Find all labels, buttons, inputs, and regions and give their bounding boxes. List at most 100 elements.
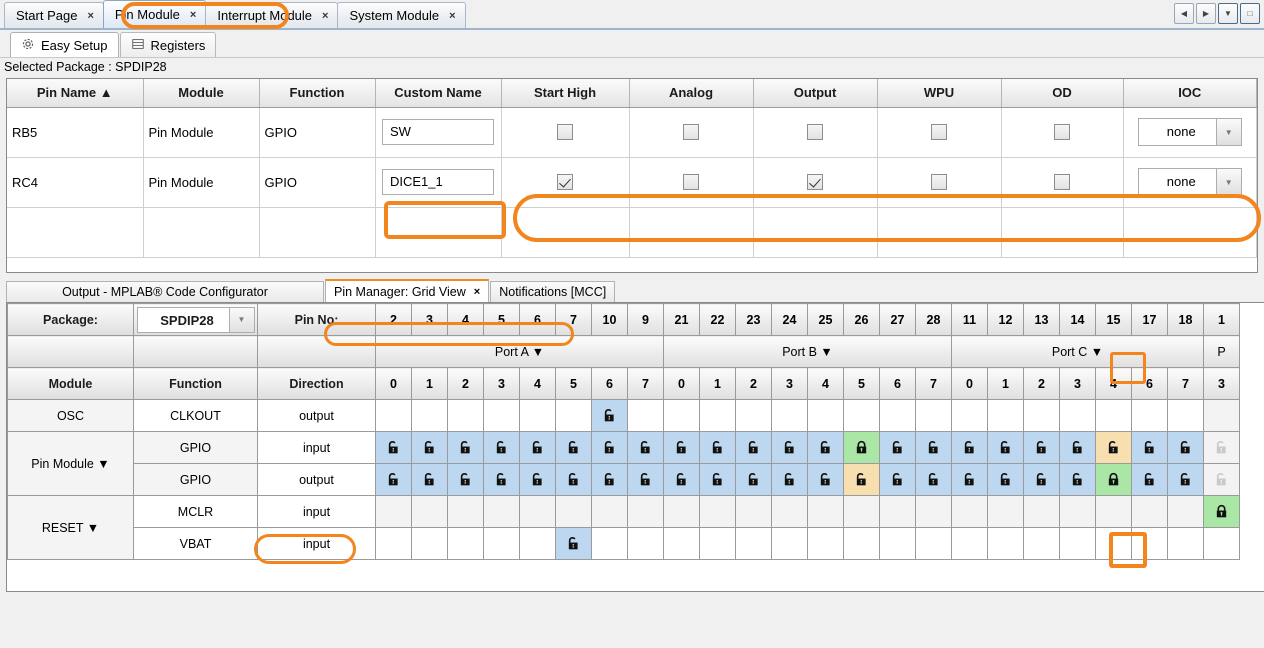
grid-pin-cell[interactable]: [1203, 463, 1240, 496]
od-checkbox[interactable]: [1054, 174, 1070, 191]
tab-registers[interactable]: Registers: [119, 32, 217, 57]
close-icon[interactable]: ×: [449, 10, 455, 22]
grid-pin-cell[interactable]: [699, 431, 736, 464]
pin-number-header[interactable]: 5: [483, 303, 520, 336]
grid-pin-cell[interactable]: [375, 431, 412, 464]
chevron-down-icon[interactable]: ▼: [1215, 168, 1242, 196]
lock-closed-icon[interactable]: [854, 440, 869, 455]
pin-number-header[interactable]: 11: [951, 303, 988, 336]
pin-number-header[interactable]: 15: [1095, 303, 1132, 336]
pin-number-header[interactable]: 1: [1203, 303, 1240, 336]
port-group-port-b[interactable]: Port B ▼: [663, 335, 952, 368]
close-icon[interactable]: ×: [322, 10, 328, 22]
pin-number-header[interactable]: 2: [375, 303, 412, 336]
grid-pin-cell[interactable]: [483, 431, 520, 464]
grid-pin-cell[interactable]: [1095, 431, 1132, 464]
lock-open-icon[interactable]: [962, 440, 977, 455]
grid-pin-cell[interactable]: [1203, 495, 1240, 528]
column-header-start-high[interactable]: Start High: [501, 79, 630, 108]
editor-tab-start-page[interactable]: Start Page ×: [4, 2, 104, 28]
analog-checkbox[interactable]: [683, 174, 699, 191]
lock-open-icon[interactable]: [422, 440, 437, 455]
lock-open-icon[interactable]: [386, 440, 401, 455]
pin-number-header[interactable]: 3: [411, 303, 448, 336]
grid-pin-cell[interactable]: [663, 431, 700, 464]
lock-open-icon[interactable]: [746, 440, 761, 455]
grid-pin-cell[interactable]: [735, 463, 772, 496]
lock-open-icon[interactable]: [494, 472, 509, 487]
grid-pin-cell[interactable]: [771, 431, 808, 464]
custom-name-input[interactable]: DICE1_1: [382, 169, 494, 195]
column-header-output[interactable]: Output: [753, 79, 878, 108]
lock-open-icon[interactable]: [674, 472, 689, 487]
grid-pin-cell[interactable]: [1203, 431, 1240, 464]
lock-open-icon[interactable]: [602, 472, 617, 487]
column-header-function[interactable]: Function: [259, 79, 376, 108]
grid-pin-cell[interactable]: [951, 431, 988, 464]
port-group-port-a[interactable]: Port A ▼: [375, 335, 664, 368]
lock-open-icon[interactable]: [458, 440, 473, 455]
chevron-down-icon[interactable]: ▼: [1215, 118, 1242, 146]
pin-number-header[interactable]: 18: [1167, 303, 1204, 336]
pin-number-header[interactable]: 4: [447, 303, 484, 336]
output-checkbox[interactable]: [807, 174, 823, 191]
lock-open-icon[interactable]: [422, 472, 437, 487]
grid-pin-cell[interactable]: [555, 463, 592, 496]
grid-pin-cell[interactable]: [663, 463, 700, 496]
grid-pin-cell[interactable]: [807, 463, 844, 496]
lock-closed-icon[interactable]: [1214, 504, 1229, 519]
pin-number-header[interactable]: 27: [879, 303, 916, 336]
grid-pin-cell[interactable]: [591, 399, 628, 432]
grid-pin-cell[interactable]: [1023, 463, 1060, 496]
column-header-wpu[interactable]: WPU: [877, 79, 1002, 108]
lock-open-icon[interactable]: [1178, 472, 1193, 487]
scroll-right-button[interactable]: ▶: [1196, 3, 1216, 24]
grid-pin-cell[interactable]: [519, 463, 556, 496]
pin-number-header[interactable]: 23: [735, 303, 772, 336]
lock-open-icon[interactable]: [710, 472, 725, 487]
lock-open-icon[interactable]: [674, 440, 689, 455]
lock-open-icon[interactable]: [1070, 440, 1085, 455]
pin-number-header[interactable]: 22: [699, 303, 736, 336]
column-header-pin-name[interactable]: Pin Name ▲: [7, 79, 144, 108]
pin-number-header[interactable]: 24: [771, 303, 808, 336]
lock-open-icon[interactable]: [602, 408, 617, 423]
pin-number-header[interactable]: 12: [987, 303, 1024, 336]
lock-open-icon[interactable]: [818, 472, 833, 487]
editor-tab-pin-module[interactable]: Pin Module ×: [102, 0, 207, 28]
grid-pin-cell[interactable]: [1059, 463, 1096, 496]
close-icon[interactable]: ×: [474, 286, 480, 298]
pin-number-header[interactable]: 26: [843, 303, 880, 336]
pin-number-header[interactable]: 9: [627, 303, 664, 336]
column-header-ioc[interactable]: IOC: [1123, 79, 1257, 108]
column-header-od[interactable]: OD: [1001, 79, 1124, 108]
lock-open-icon[interactable]: [854, 472, 869, 487]
grid-pin-cell[interactable]: [1059, 431, 1096, 464]
lock-open-icon[interactable]: [998, 472, 1013, 487]
pin-number-header[interactable]: 7: [555, 303, 592, 336]
grid-pin-cell[interactable]: [843, 431, 880, 464]
grid-pin-cell[interactable]: [735, 431, 772, 464]
close-icon[interactable]: ×: [87, 10, 93, 22]
grid-module-cell[interactable]: Pin Module ▼: [7, 431, 134, 496]
grid-pin-cell[interactable]: [1095, 463, 1132, 496]
column-header-analog[interactable]: Analog: [629, 79, 754, 108]
grid-pin-cell[interactable]: [411, 463, 448, 496]
grid-pin-cell[interactable]: [879, 431, 916, 464]
lock-open-icon[interactable]: [1106, 440, 1121, 455]
dock-tab-output[interactable]: Output - MPLAB® Code Configurator: [6, 281, 324, 302]
ioc-dropdown[interactable]: none ▼: [1137, 168, 1242, 196]
column-header-module[interactable]: Module: [143, 79, 260, 108]
od-checkbox[interactable]: [1054, 124, 1070, 141]
lock-open-icon[interactable]: [782, 472, 797, 487]
pin-number-header[interactable]: 10: [591, 303, 628, 336]
ioc-dropdown[interactable]: none ▼: [1137, 118, 1242, 146]
chevron-down-icon[interactable]: ▼: [228, 306, 255, 333]
dock-tab-pin-manager-grid-view[interactable]: Pin Manager: Grid View ×: [325, 279, 490, 302]
analog-checkbox[interactable]: [683, 124, 699, 141]
wpu-checkbox[interactable]: [931, 174, 947, 191]
lock-open-icon[interactable]: [890, 440, 905, 455]
close-icon[interactable]: ×: [190, 9, 196, 21]
lock-open-icon[interactable]: [1142, 440, 1157, 455]
pin-number-header[interactable]: 6: [519, 303, 556, 336]
